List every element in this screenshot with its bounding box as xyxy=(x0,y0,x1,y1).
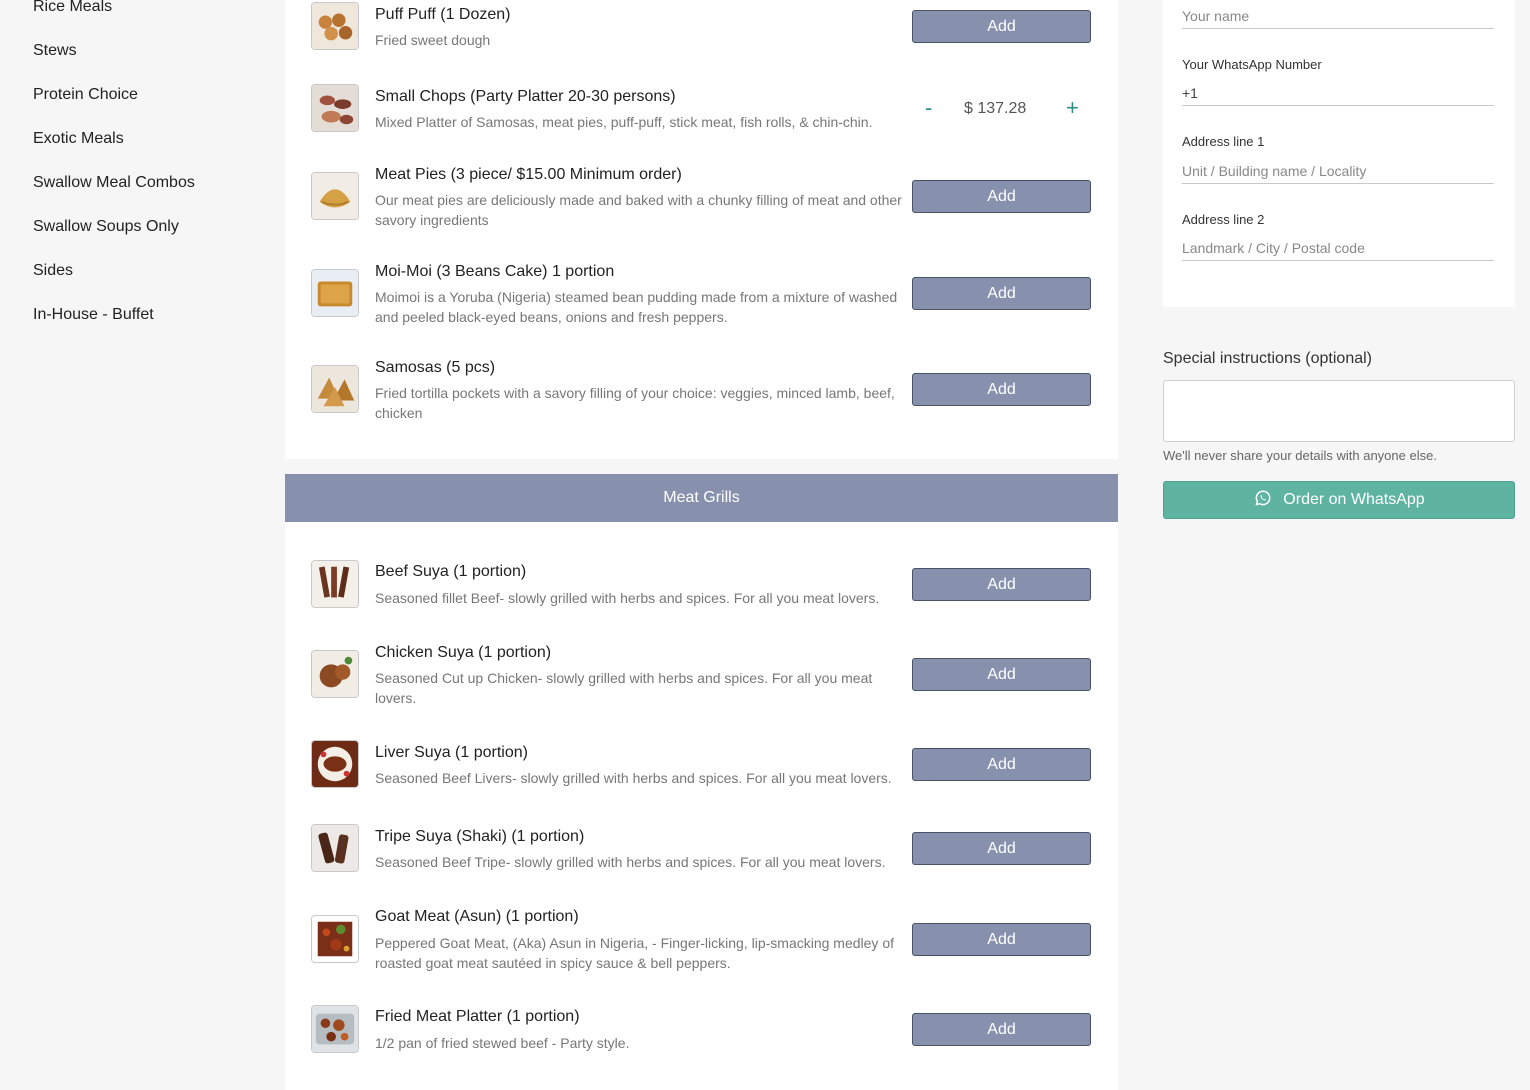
food-thumbnail xyxy=(311,560,359,608)
privacy-note: We'll never share your details with anyo… xyxy=(1163,448,1437,463)
item-description: Our meat pies are deliciously made and b… xyxy=(375,192,902,228)
sidebar-item-protein-choice[interactable]: Protein Choice xyxy=(33,86,138,104)
address-line-2-input[interactable] xyxy=(1182,235,1494,261)
name-input[interactable] xyxy=(1182,3,1494,29)
item-name: Liver Suya (1 portion) xyxy=(375,744,528,761)
sidebar-item-in-house-buffet[interactable]: In-House - Buffet xyxy=(33,306,154,324)
item-description: Fried tortilla pockets with a savory fil… xyxy=(375,385,895,421)
add-button[interactable]: Add xyxy=(912,568,1091,601)
item-total-price: $ 137.28 xyxy=(964,100,1027,117)
food-thumbnail xyxy=(311,365,359,413)
item-description: Moimoi is a Yoruba (Nigeria) steamed bea… xyxy=(375,289,898,325)
item-name: Puff Puff (1 Dozen) xyxy=(375,6,511,23)
item-description: Peppered Goat Meat, (Aka) Asun in Nigeri… xyxy=(375,935,894,971)
order-details-form: Your WhatsApp Number Address line 1 Addr… xyxy=(1163,0,1515,307)
sidebar-item-swallow-meal-combos[interactable]: Swallow Meal Combos xyxy=(33,174,195,192)
address-line-1-input[interactable] xyxy=(1182,158,1494,184)
food-thumbnail xyxy=(311,740,359,788)
decrease-quantity-button[interactable]: - xyxy=(925,97,932,119)
item-name: Fried Meat Platter (1 portion) xyxy=(375,1008,580,1025)
sidebar-item-exotic-meals[interactable]: Exotic Meals xyxy=(33,130,124,148)
increase-quantity-button[interactable]: + xyxy=(1066,97,1079,119)
item-description: Fried sweet dough xyxy=(375,32,491,48)
item-description: Seasoned fillet Beef- slowly grilled wit… xyxy=(375,590,880,606)
address-line-2-label: Address line 2 xyxy=(1182,212,1265,227)
sidebar-item-rice-meals[interactable]: Rice Meals xyxy=(33,0,112,16)
add-button[interactable]: Add xyxy=(912,180,1091,213)
add-button[interactable]: Add xyxy=(912,832,1091,865)
add-button[interactable]: Add xyxy=(912,10,1091,43)
section-header-meat-grills: Meat Grills xyxy=(285,474,1118,522)
food-thumbnail xyxy=(311,172,359,220)
food-thumbnail xyxy=(311,1005,359,1053)
sidebar-item-stews[interactable]: Stews xyxy=(33,42,77,60)
item-name: Meat Pies (3 piece/ $15.00 Minimum order… xyxy=(375,166,682,183)
order-on-whatsapp-button[interactable]: Order on WhatsApp xyxy=(1163,481,1515,519)
add-button[interactable]: Add xyxy=(912,373,1091,406)
item-name: Samosas (5 pcs) xyxy=(375,359,496,376)
food-thumbnail xyxy=(311,650,359,698)
add-button[interactable]: Add xyxy=(912,1013,1091,1046)
whatsapp-number-input[interactable] xyxy=(1182,80,1494,106)
food-thumbnail xyxy=(311,915,359,963)
sidebar-item-swallow-soups-only[interactable]: Swallow Soups Only xyxy=(33,218,179,236)
item-name: Small Chops (Party Platter 20-30 persons… xyxy=(375,88,676,105)
item-description: Seasoned Cut up Chicken- slowly grilled … xyxy=(375,670,873,706)
whatsapp-icon xyxy=(1253,488,1273,513)
order-on-whatsapp-label: Order on WhatsApp xyxy=(1283,491,1425,508)
food-thumbnail xyxy=(311,84,359,132)
add-button[interactable]: Add xyxy=(912,748,1091,781)
item-description: Seasoned Beef Tripe- slowly grilled with… xyxy=(375,854,886,870)
item-description: Seasoned Beef Livers- slowly grilled wit… xyxy=(375,770,892,786)
food-thumbnail xyxy=(311,824,359,872)
item-name: Beef Suya (1 portion) xyxy=(375,563,527,580)
special-instructions-label: Special instructions (optional) xyxy=(1163,350,1372,367)
item-description: 1/2 pan of fried stewed beef - Party sty… xyxy=(375,1035,630,1051)
food-thumbnail xyxy=(311,2,359,50)
item-description: Mixed Platter of Samosas, meat pies, puf… xyxy=(375,114,873,130)
add-button[interactable]: Add xyxy=(912,277,1091,310)
whatsapp-number-label: Your WhatsApp Number xyxy=(1182,57,1322,72)
item-name: Moi-Moi (3 Beans Cake) 1 portion xyxy=(375,263,615,280)
item-name: Tripe Suya (Shaki) (1 portion) xyxy=(375,828,585,845)
item-name: Goat Meat (Asun) (1 portion) xyxy=(375,908,579,925)
sidebar-item-sides[interactable]: Sides xyxy=(33,262,73,280)
item-name: Chicken Suya (1 portion) xyxy=(375,644,552,661)
food-thumbnail xyxy=(311,269,359,317)
address-line-1-label: Address line 1 xyxy=(1182,134,1265,149)
add-button[interactable]: Add xyxy=(912,658,1091,691)
special-instructions-input[interactable] xyxy=(1163,380,1515,442)
add-button[interactable]: Add xyxy=(912,923,1091,956)
